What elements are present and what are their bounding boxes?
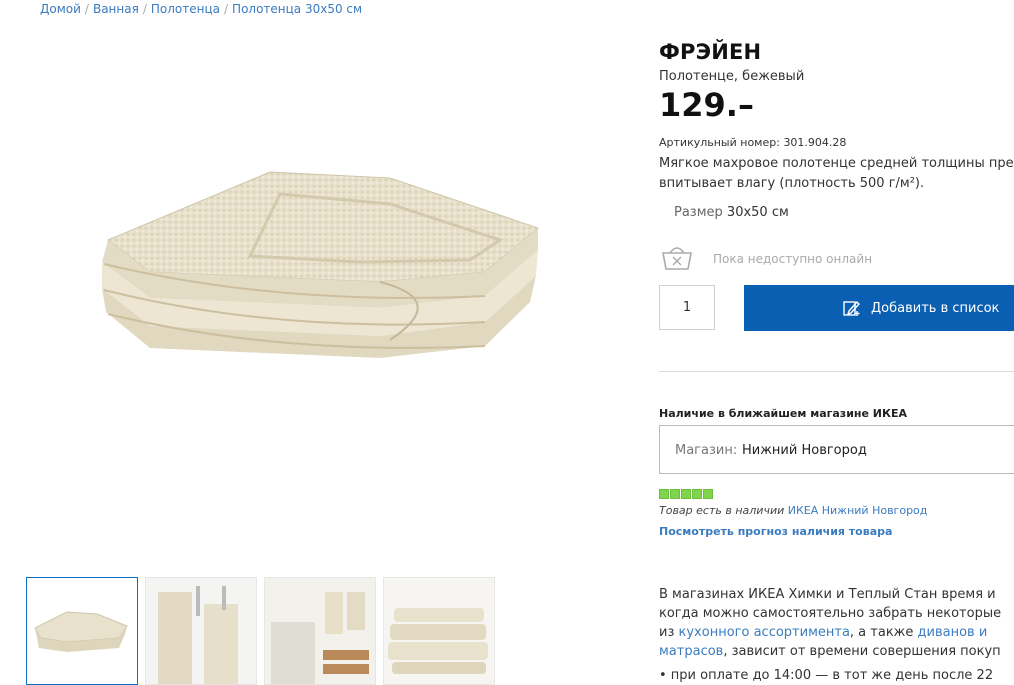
- thumbnail-hanging-towels[interactable]: [145, 577, 257, 685]
- stock-level-bar: [692, 489, 702, 499]
- mattresses-link[interactable]: матрасов: [659, 644, 723, 659]
- product-short-description: Полотенце, бежевый: [659, 69, 805, 84]
- stock-level-bar: [670, 489, 680, 499]
- description-line: Мягкое махровое полотенце средней толщин…: [659, 156, 1014, 171]
- article-number-value: 301.904.28: [783, 136, 847, 149]
- pickup-info-line: матрасов, зависит от времени совершения …: [659, 642, 1014, 661]
- breadcrumb-bathroom-link[interactable]: Ванная: [93, 2, 139, 16]
- online-status-text: Пока недоступно онлайн: [713, 252, 873, 266]
- pickup-bullet: • при оплате до 14:00 — в тот же день по…: [659, 668, 994, 683]
- pickup-text: , а также: [849, 625, 914, 640]
- store-select-label: Магазин:: [675, 443, 738, 458]
- product-description: Мягкое махровое полотенце средней толщин…: [659, 154, 1014, 194]
- section-divider: [659, 371, 1014, 372]
- pencil-list-icon: [843, 299, 861, 317]
- pickup-text: из: [659, 625, 675, 640]
- description-line: впитывает влагу (плотность 500 г/м²).: [659, 176, 925, 191]
- breadcrumb-separator: /: [84, 2, 89, 16]
- main-product-image[interactable]: [30, 100, 610, 430]
- pickup-info-line: из кухонного ассортимента, а также диван…: [659, 623, 1014, 642]
- pickup-info-line: когда можно самостоятельно забрать некот…: [659, 606, 1002, 621]
- size-info: Размер 30x50 см: [674, 205, 789, 220]
- thumbnail-folded-towel[interactable]: [26, 577, 138, 685]
- stock-level-bar: [681, 489, 691, 499]
- stock-level-bar: [703, 489, 713, 499]
- nearest-store-heading: Наличие в ближайшем магазине ИКЕА: [659, 407, 908, 420]
- pickup-info: В магазинах ИКЕА Химки и Теплый Стан вре…: [659, 585, 1014, 661]
- breadcrumb-towels-link[interactable]: Полотенца: [151, 2, 220, 16]
- add-to-list-button[interactable]: Добавить в список: [744, 285, 1014, 331]
- stock-status: Товар есть в наличии ИКЕА Нижний Новгоро…: [659, 504, 927, 517]
- size-label: Размер: [674, 205, 723, 220]
- breadcrumb-home-link[interactable]: Домой: [40, 2, 81, 16]
- folded-towel-image: [102, 171, 540, 358]
- thumbnail-towel-stack[interactable]: [383, 577, 495, 685]
- product-price: 129.–: [659, 86, 754, 124]
- article-number: Артикульный номер: 301.904.28: [659, 136, 846, 149]
- add-to-list-label: Добавить в список: [871, 300, 1000, 316]
- store-select-value: Нижний Новгород: [742, 443, 867, 458]
- size-value: 30x50 см: [726, 205, 789, 220]
- breadcrumb-separator: /: [142, 2, 147, 16]
- thumbnail-bathroom-towels[interactable]: [264, 577, 376, 685]
- kitchen-assortment-link[interactable]: кухонного ассортимента: [679, 625, 850, 640]
- pickup-info-line: В магазинах ИКЕА Химки и Теплый Стан вре…: [659, 587, 996, 602]
- quantity-input[interactable]: [659, 285, 715, 330]
- sofas-link[interactable]: диванов и: [918, 625, 988, 640]
- basket-unavailable-icon: [659, 241, 695, 277]
- availability-forecast-link[interactable]: Посмотреть прогноз наличия товара: [659, 525, 892, 538]
- breadcrumb: Домой / Ванная / Полотенца / Полотенца 30x50 с…: [40, 2, 362, 16]
- store-select[interactable]: Магазин: Нижний Новгород: [659, 425, 1014, 474]
- stock-status-text: Товар есть в наличии: [659, 504, 785, 517]
- stock-store-link[interactable]: ИКЕА Нижний Новгород: [788, 504, 928, 517]
- product-name: ФРЭЙЕН: [659, 40, 762, 64]
- stock-level-bar: [659, 489, 669, 499]
- article-number-label: Артикульный номер:: [659, 136, 780, 149]
- breadcrumb-towels-30x50-link[interactable]: Полотенца 30x50 см: [232, 2, 362, 16]
- pickup-text: , зависит от времени совершения покуп: [723, 644, 1001, 659]
- breadcrumb-separator: /: [224, 2, 229, 16]
- stock-level-indicator: [659, 489, 714, 500]
